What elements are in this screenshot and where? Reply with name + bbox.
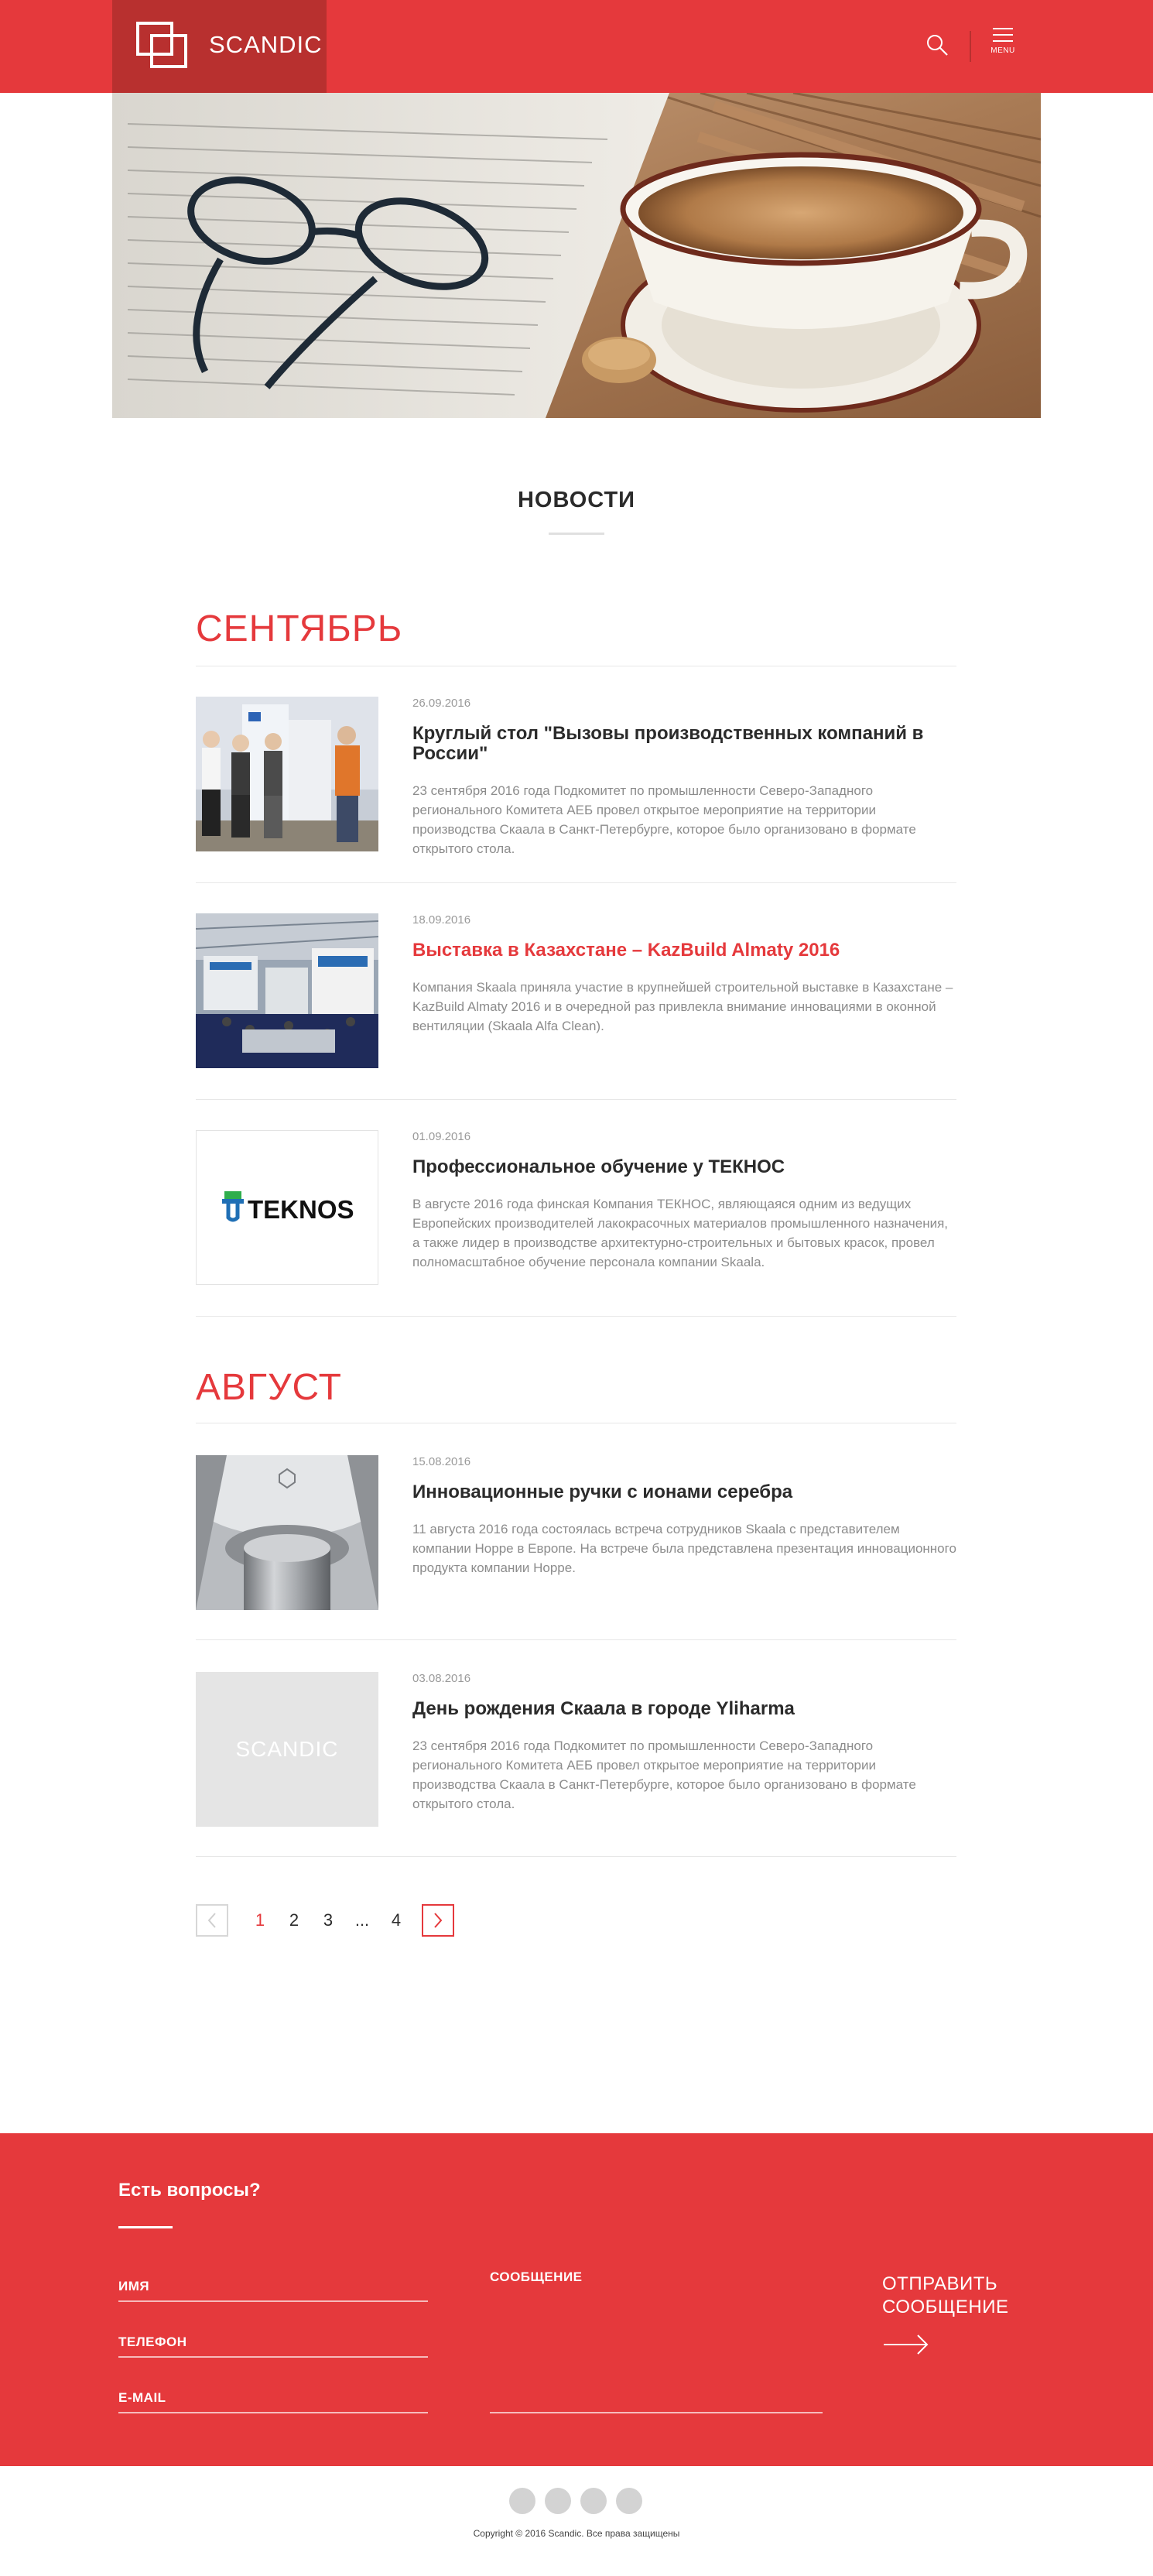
news-body: 03.08.2016 День рождения Скаала в городе…: [412, 1672, 956, 1814]
copyright: Copyright © 2016 Scandic. Все права защи…: [473, 2528, 680, 2539]
page-number-current[interactable]: 1: [251, 1910, 269, 1930]
header-divider: [970, 31, 971, 62]
message-field[interactable]: СООБЩЕНИЕ: [490, 2265, 823, 2413]
news-title[interactable]: Инновационные ручки с ионами серебра: [412, 1482, 956, 1502]
teknos-logo: TEKNOS: [222, 1191, 354, 1224]
message-label: СООБЩЕНИЕ: [490, 2269, 583, 2284]
month-heading-august: АВГУСТ: [196, 1367, 342, 1408]
email-field[interactable]: E-MAIL: [118, 2375, 428, 2413]
hamburger-bar: [993, 34, 1013, 36]
news-thumbnail[interactable]: [196, 697, 378, 851]
event-photo: [196, 697, 378, 851]
chevron-left-icon: [207, 1913, 216, 1928]
news-title[interactable]: Круглый стол "Вызовы производственных ко…: [412, 724, 956, 764]
divider: [196, 1316, 956, 1317]
placeholder-logo: SCANDIC: [235, 1737, 339, 1761]
prev-page-button[interactable]: [196, 1904, 228, 1937]
contact-form-section: Есть вопросы? ИМЯ ТЕЛЕФОН E-MAIL СООБЩЕН…: [0, 2133, 1153, 2466]
social-icon[interactable]: [580, 2488, 607, 2514]
next-page-button[interactable]: [422, 1904, 454, 1937]
news-thumbnail[interactable]: TEKNOS: [196, 1130, 378, 1285]
hero-photo: [112, 93, 1041, 418]
name-field[interactable]: ИМЯ: [118, 2265, 428, 2302]
phone-field[interactable]: ТЕЛЕФОН: [118, 2319, 428, 2358]
search-icon[interactable]: [925, 33, 949, 57]
door-handle-photo: [196, 1455, 378, 1610]
page-number[interactable]: 4: [388, 1910, 405, 1930]
send-label-line2: СООБЩЕНИЕ: [882, 2297, 1009, 2317]
news-body: 18.09.2016 Выставка в Казахстане – KazBu…: [412, 913, 956, 1036]
news-thumbnail[interactable]: [196, 1455, 378, 1610]
teknos-logo-text: TEKNOS: [248, 1195, 354, 1224]
page-ellipsis: ...: [354, 1910, 370, 1930]
send-label-line1: ОТПРАВИТЬ: [882, 2273, 998, 2294]
news-excerpt: 11 августа 2016 года состоялась встреча …: [412, 1522, 956, 1575]
logo-icon: [136, 22, 187, 68]
news-date: 01.09.2016: [412, 1130, 471, 1143]
name-label: ИМЯ: [118, 2279, 150, 2293]
page-number[interactable]: 3: [320, 1910, 337, 1930]
hamburger-icon: [993, 28, 1013, 29]
news-title[interactable]: Профессиональное обучение у ТЕКНОС: [412, 1157, 956, 1177]
news-excerpt: В августе 2016 года финская Компания ТЕК…: [412, 1197, 949, 1269]
news-body: 15.08.2016 Инновационные ручки с ионами …: [412, 1455, 956, 1577]
form-title: Есть вопросы?: [118, 2180, 261, 2201]
divider: [196, 1099, 956, 1100]
news-title[interactable]: Выставка в Казахстане – KazBuild Almaty …: [412, 940, 956, 961]
menu-label: MENU: [990, 46, 1015, 55]
menu-button[interactable]: MENU: [989, 28, 1017, 63]
phone-label: ТЕЛЕФОН: [118, 2334, 187, 2349]
form-title-underline: [118, 2226, 173, 2228]
news-title[interactable]: День рождения Скаала в городе Yliharma: [412, 1699, 956, 1719]
news-date: 03.08.2016: [412, 1672, 471, 1685]
month-heading-september: СЕНТЯБРЬ: [196, 608, 403, 649]
brand-name: SCANDIC: [209, 31, 323, 58]
arrow-right-icon: [884, 2334, 929, 2355]
site-header: SCANDIC MENU: [0, 0, 1153, 93]
social-links: [509, 2488, 642, 2514]
news-date: 18.09.2016: [412, 913, 471, 927]
divider: [196, 1639, 956, 1640]
page-number[interactable]: 2: [286, 1910, 303, 1930]
divider: [196, 1856, 956, 1857]
social-icon[interactable]: [616, 2488, 642, 2514]
social-icon[interactable]: [509, 2488, 535, 2514]
divider: [196, 882, 956, 883]
logo[interactable]: SCANDIC: [112, 0, 327, 93]
chevron-right-icon: [434, 1913, 443, 1928]
send-message-button[interactable]: ОТПРАВИТЬ СООБЩЕНИЕ: [882, 2273, 1037, 2360]
news-excerpt: 23 сентября 2016 года Подкомитет по пром…: [412, 783, 916, 856]
hero-image: [112, 93, 1041, 418]
email-label: E-MAIL: [118, 2390, 166, 2405]
news-excerpt: Компания Skaala приняла участие в крупне…: [412, 980, 953, 1033]
title-underline: [549, 533, 604, 535]
news-thumbnail[interactable]: [196, 913, 378, 1068]
news-thumbnail[interactable]: SCANDIC: [196, 1672, 378, 1827]
news-body: 01.09.2016 Профессиональное обучение у Т…: [412, 1130, 956, 1272]
news-date: 26.09.2016: [412, 697, 471, 710]
page-title: НОВОСТИ: [517, 488, 636, 512]
social-icon[interactable]: [545, 2488, 571, 2514]
hamburger-bar: [993, 40, 1013, 42]
news-excerpt: 23 сентября 2016 года Подкомитет по пром…: [412, 1738, 916, 1811]
news-body: 26.09.2016 Круглый стол "Вызовы производ…: [412, 697, 956, 858]
exhibition-photo: [196, 913, 378, 1068]
pagination: 1 2 3 ... 4: [196, 1904, 454, 1937]
news-date: 15.08.2016: [412, 1455, 471, 1468]
